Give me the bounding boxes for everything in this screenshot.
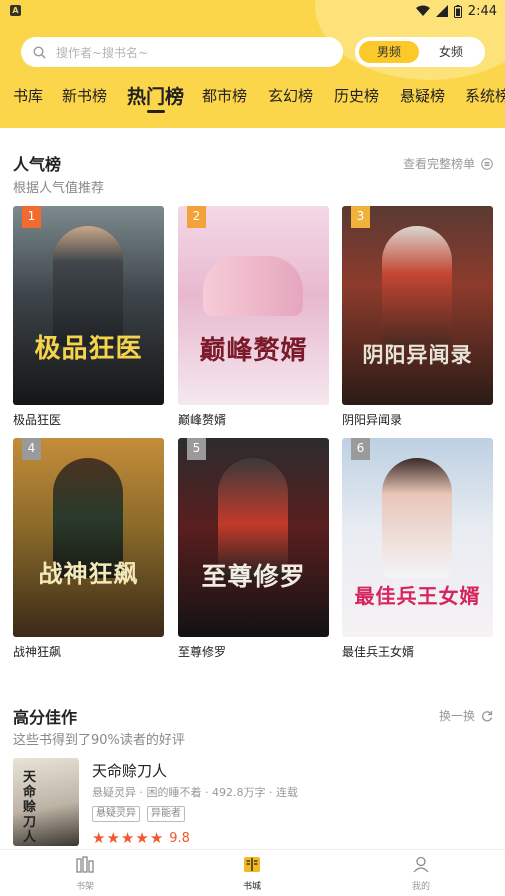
category-tabs: 书库 新书榜 热门榜 都市榜 玄幻榜 历史榜 悬疑榜 系统榜 (0, 78, 505, 118)
book-title: 战神狂飙 (13, 645, 62, 659)
nav-profile[interactable]: 我的 (391, 856, 451, 892)
star-icon: ★ (135, 829, 149, 847)
star-icon: ★ (120, 829, 135, 847)
rank-badge: 6 (351, 438, 370, 460)
search-placeholder: 搜作者~搜书名~ (56, 45, 149, 60)
nav-bookstore[interactable]: 书城 (222, 856, 282, 892)
tab-system[interactable]: 系统榜 (465, 85, 505, 106)
popular-section-subtitle: 根据人气值推荐 (13, 181, 105, 196)
book-title: 极品狂医 (13, 413, 62, 427)
book-card[interactable]: 至尊修罗 5 至尊修罗 (178, 438, 329, 660)
high-score-section-subtitle: 这些书得到了90%读者的好评 (13, 733, 185, 748)
book-cover: 巅峰赘婿 2 (178, 206, 329, 405)
refresh-icon (482, 710, 493, 721)
refresh-label: 换一换 (438, 709, 475, 723)
rank-badge: 4 (22, 438, 41, 460)
book-cover: 极品狂医 1 (13, 206, 164, 405)
rank-badge: 3 (351, 206, 370, 228)
nav-bookstore-label: 书城 (242, 882, 261, 892)
status-icons: 2:44 (415, 3, 497, 19)
book-cover: 至尊修罗 5 (178, 438, 329, 637)
rank-badge: 5 (187, 438, 206, 460)
gender-toggle: 男频 女频 (355, 37, 485, 67)
gender-option-male[interactable]: 男频 (359, 41, 419, 63)
refresh-button[interactable]: 换一换 (439, 707, 493, 724)
tab-urban[interactable]: 都市榜 (202, 85, 247, 106)
bookshelf-icon (76, 856, 94, 873)
high-score-section-title: 高分佳作 (13, 708, 78, 727)
list-icon (481, 157, 493, 170)
book-title: 至尊修罗 (178, 645, 227, 659)
cover-title: 巅峰赘婿 (199, 336, 308, 366)
rank-badge: 2 (187, 206, 206, 228)
tab-history[interactable]: 历史榜 (334, 85, 379, 106)
high-score-book-cover[interactable]: 天命赊刀人 (13, 758, 79, 846)
book-card[interactable]: 阴阳异闻录 3 阴阳异闻录 (342, 206, 493, 428)
book-cover: 最佳兵王女婿 6 (342, 438, 493, 637)
app-notification-icon: A (10, 5, 21, 16)
cover-title: 战神狂飙 (38, 559, 139, 588)
cover-title: 最佳兵王女婿 (354, 584, 481, 608)
cover-figure (203, 256, 303, 316)
tab-mystery[interactable]: 悬疑榜 (400, 85, 445, 106)
signal-icon (435, 5, 448, 17)
book-title: 巅峰赘婿 (178, 413, 227, 427)
book-card[interactable]: 极品狂医 1 极品狂医 (13, 206, 164, 428)
high-score-book-title[interactable]: 天命赊刀人 (92, 760, 167, 781)
active-tab-indicator (147, 110, 165, 113)
cover-title: 极品狂医 (34, 334, 143, 364)
star-icon: ★ (92, 829, 106, 847)
wifi-icon (415, 5, 430, 16)
header: A 2:44 搜作者~搜书名~ 男频 女频 书库 新书榜 热门榜 都市榜 玄幻榜… (0, 0, 505, 128)
tab-fantasy[interactable]: 玄幻榜 (268, 85, 313, 106)
view-full-ranking-link[interactable]: 查看完整榜单 (403, 155, 493, 172)
high-score-cover-title: 天命赊刀人 (23, 770, 37, 845)
cover-figure (382, 226, 452, 346)
tab-new-books[interactable]: 新书榜 (62, 85, 107, 106)
rating-score: 9.8 (169, 830, 190, 846)
cover-title: 至尊修罗 (201, 562, 306, 591)
star-icon: ★ (106, 829, 120, 847)
book-cover: 战神狂飙 4 (13, 438, 164, 637)
status-time: 2:44 (467, 3, 497, 19)
profile-icon (413, 856, 429, 873)
status-bar: A 2:44 (0, 0, 505, 22)
book-card[interactable]: 战神狂飙 4 战神狂飙 (13, 438, 164, 660)
rating: ★ ★ ★ ★ ★ 9.8 (92, 830, 190, 846)
gender-option-female[interactable]: 女频 (421, 41, 481, 63)
book-title: 阴阳异闻录 (342, 413, 403, 427)
book-tag: 异能者 (147, 806, 185, 822)
nav-bookshelf-label: 书架 (75, 882, 94, 892)
bottom-navigation: 书架 书城 我的 (0, 849, 505, 896)
cover-figure (382, 458, 452, 578)
bookstore-icon (244, 857, 260, 872)
book-title: 最佳兵王女婿 (342, 645, 415, 659)
book-card[interactable]: 最佳兵王女婿 6 最佳兵王女婿 (342, 438, 493, 660)
battery-icon (453, 4, 462, 18)
popular-section-title: 人气榜 (13, 155, 62, 174)
nav-profile-label: 我的 (411, 882, 430, 892)
nav-bookshelf[interactable]: 书架 (55, 856, 115, 892)
search-bar[interactable]: 搜作者~搜书名~ (21, 37, 343, 67)
search-icon (33, 45, 46, 59)
book-tag: 悬疑灵异 (92, 806, 140, 822)
rank-badge: 1 (22, 206, 41, 228)
tab-hot[interactable]: 热门榜 (127, 82, 184, 109)
tab-library[interactable]: 书库 (13, 85, 43, 106)
star-icon: ★ (149, 829, 164, 847)
high-score-book-meta: 悬疑灵异 · 困的睡不着 · 492.8万字 · 连载 (92, 786, 298, 799)
book-cover: 阴阳异闻录 3 (342, 206, 493, 405)
cover-title: 阴阳异闻录 (362, 342, 473, 367)
view-full-ranking-label: 查看完整榜单 (402, 157, 475, 171)
book-card[interactable]: 巅峰赘婿 2 巅峰赘婿 (178, 206, 329, 428)
